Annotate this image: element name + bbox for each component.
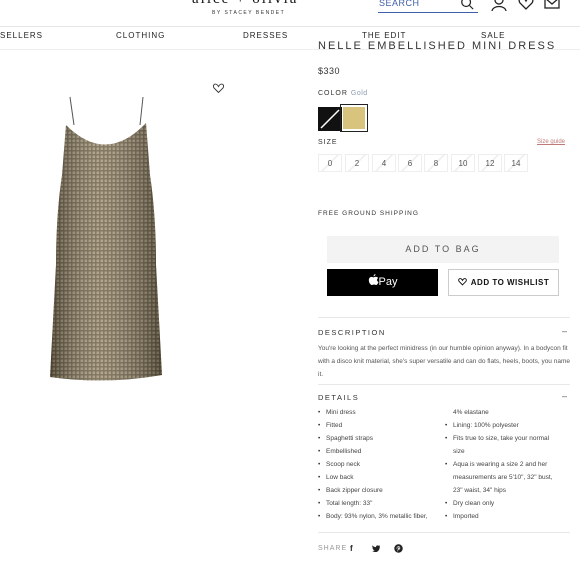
site-logo[interactable]: alice + olivia [192,0,298,8]
divider [318,532,570,533]
size-guide-link[interactable]: Size guide [537,139,565,145]
details-list-left: Mini dress Fitted Spaghetti straps Embel… [318,406,446,523]
search-icon[interactable] [460,0,474,10]
details-item: size [453,448,465,455]
details-item: Total length: 33" [318,497,446,510]
details-item: 4% elastane [453,409,489,416]
nav-item-sale[interactable]: SALE [481,31,505,40]
size-option[interactable]: 2 [345,154,369,172]
nav-item-the-edit[interactable]: THE EDIT [362,31,406,40]
account-icon[interactable] [491,0,507,11]
wishlist-heart-icon[interactable] [518,0,534,11]
details-item: Aqua is wearing a size 2 and her [445,458,575,471]
size-option[interactable]: 10 [451,154,475,172]
shipping-note: FREE GROUND SHIPPING [318,210,419,217]
divider [318,317,570,318]
wishlist-heart-icon[interactable] [212,82,225,94]
color-swatch-gold[interactable] [340,104,368,132]
size-option[interactable]: 8 [424,154,448,172]
nav-item-dresses[interactable]: DRESSES [243,31,288,40]
heart-icon [457,278,467,286]
logo-subtitle: BY STACEY BENDET [212,10,286,16]
details-item: Mini dress [318,406,446,419]
details-item: Fits true to size, take your normal [445,432,575,445]
details-item: measurements are 5'10", 32" bust, [453,474,553,481]
apple-pay-label: Pay [378,276,398,288]
color-label: COLOR Gold [318,90,368,97]
facebook-icon[interactable]: f [350,544,353,553]
size-option[interactable]: 0 [318,154,342,172]
twitter-icon[interactable] [372,545,380,552]
color-swatch-black[interactable] [318,107,342,131]
apple-pay-button[interactable]: Pay [327,269,438,296]
details-item: Embellished [318,445,446,458]
add-to-wishlist-button[interactable]: ADD TO WISHLIST [448,269,559,296]
site-header: alice + olivia BY STACEY BENDET SEARCH [0,0,580,27]
size-label: SIZE [318,139,338,146]
details-item: Spaghetti straps [318,432,446,445]
size-option[interactable]: 14 [504,154,528,172]
size-option[interactable]: 6 [398,154,422,172]
share-label: SHARE [318,545,348,552]
nav-item-sellers[interactable]: SELLERS [0,31,43,40]
product-image [50,96,162,381]
details-item: 23" waist, 34" hips [453,487,507,494]
details-heading[interactable]: DETAILS [318,393,359,402]
details-item: Fitted [318,419,446,432]
description-heading[interactable]: DESCRIPTION [318,328,386,337]
pinterest-icon[interactable] [394,544,403,553]
details-item: Back zipper closure [318,484,446,497]
details-item: Body: 93% nylon, 3% metallic fiber, [318,510,446,523]
details-item: Lining: 100% polyester [445,419,575,432]
selected-color-name: Gold [350,90,368,97]
details-item: Imported [445,510,575,523]
details-item: Scoop neck [318,458,446,471]
search-placeholder: SEARCH [379,0,420,8]
product-price: $330 [318,66,341,76]
add-to-bag-button[interactable]: ADD TO BAG [327,236,559,263]
swatch-slash-icon [320,109,340,129]
apple-icon [368,274,379,285]
search-input[interactable]: SEARCH [378,0,478,13]
details-list-right: 4% elastane Lining: 100% polyester Fits … [445,406,575,523]
size-option[interactable]: 12 [478,154,502,172]
details-item: Dry clean only [445,497,575,510]
nav-item-clothing[interactable]: CLOTHING [116,31,165,40]
description-collapse-toggle[interactable]: – [562,326,567,336]
size-option[interactable]: 4 [372,154,396,172]
wishlist-label: ADD TO WISHLIST [470,278,550,287]
divider [318,384,570,385]
details-collapse-toggle[interactable]: – [562,391,567,401]
details-item: Low back [318,471,446,484]
product-title: NELLE EMBELLISHED MINI DRESS [318,40,557,52]
mail-icon[interactable] [544,0,560,11]
color-label-text: COLOR [318,90,348,97]
description-text: You're looking at the perfect minidress … [318,345,570,378]
